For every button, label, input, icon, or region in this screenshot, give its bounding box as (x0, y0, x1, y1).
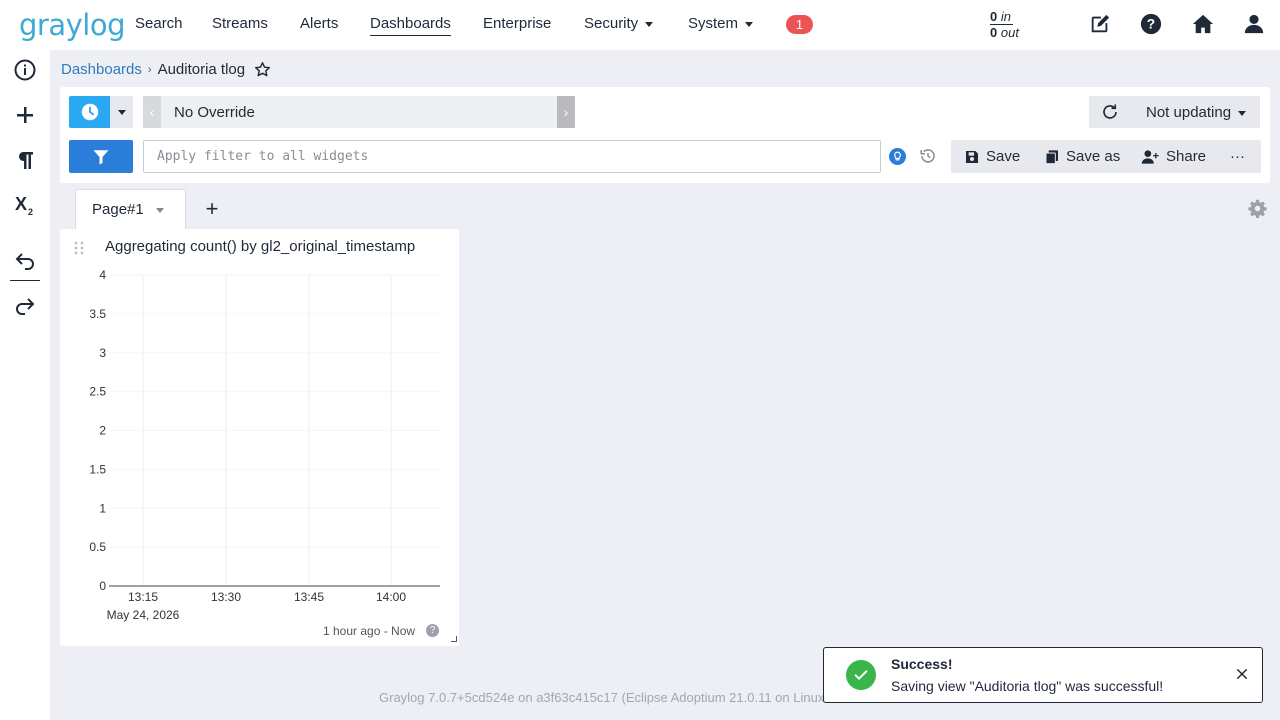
svg-text:2: 2 (28, 207, 33, 217)
refresh-icon[interactable] (1101, 103, 1119, 121)
widget-resize-handle[interactable] (451, 636, 457, 642)
filter-icon (93, 149, 109, 164)
ellipsis-icon: ··· (1230, 148, 1245, 165)
x-tick-label: 13:45 (294, 590, 324, 604)
y-tick-label: 0 (99, 579, 106, 593)
check-circle-icon (846, 660, 876, 690)
chevron-down-icon[interactable] (155, 207, 164, 213)
clock-icon (81, 103, 98, 121)
throughput-in-value: 0 (990, 9, 998, 24)
plus-icon[interactable] (13, 103, 37, 127)
chevron-down-icon (745, 21, 754, 27)
undo-icon[interactable] (13, 248, 37, 272)
left-sidebar: X 2 (0, 50, 50, 720)
nav-system-dropdown[interactable]: System (688, 15, 754, 32)
breadcrumb: Dashboards › Auditoria tlog (61, 61, 271, 78)
add-page-button[interactable]: + (203, 196, 221, 222)
chevron-right-icon: › (563, 104, 569, 120)
chevron-down-icon (645, 21, 654, 27)
chevron-left-icon: ‹ (149, 104, 155, 120)
widget-help-icon[interactable]: ? (426, 624, 439, 637)
refresh-interval-label[interactable]: Not updating (1146, 104, 1231, 121)
apply-filter-button[interactable] (69, 140, 133, 173)
time-range-dropdown-toggle[interactable] (110, 96, 133, 128)
save-as-label: Save as (1066, 148, 1121, 165)
subscript-icon[interactable]: X 2 (13, 193, 37, 217)
svg-text:X: X (15, 194, 27, 214)
lightbulb-icon[interactable] (889, 148, 906, 165)
nav-streams[interactable]: Streams (212, 15, 268, 32)
breadcrumb-separator: › (147, 63, 152, 76)
time-range-button[interactable] (69, 96, 110, 128)
save-as-button[interactable]: Save as (1044, 148, 1120, 165)
success-toast: Success! Saving view "Auditoria tlog" wa… (823, 647, 1263, 703)
toast-title: Success! (891, 656, 953, 672)
save-button[interactable]: Save (964, 148, 1020, 165)
gear-icon[interactable] (1248, 199, 1267, 218)
save-label: Save (986, 148, 1021, 165)
y-tick-label: 2 (99, 424, 106, 438)
share-button[interactable]: Share (1141, 148, 1206, 165)
breadcrumb-dashboards-link[interactable]: Dashboards (61, 61, 142, 78)
nav-security-label: Security (584, 15, 639, 32)
time-range-display[interactable]: No Override (161, 96, 557, 128)
graylog-logo[interactable]: graylog (19, 8, 125, 42)
throughput-in-label: in (1000, 9, 1011, 24)
favorite-star-icon[interactable] (254, 61, 271, 78)
throughput-out-label: out (1000, 25, 1019, 40)
chevron-down-icon[interactable] (1238, 111, 1246, 116)
close-icon[interactable] (1235, 667, 1249, 681)
time-range-next[interactable]: › (557, 96, 575, 128)
tab-page-1-label: Page#1 (92, 201, 144, 218)
svg-text:?: ? (1147, 17, 1155, 32)
chevron-down-icon (117, 109, 126, 115)
paragraph-icon[interactable] (13, 148, 37, 172)
help-icon[interactable]: ? (1140, 13, 1162, 35)
nav-dashboards[interactable]: Dashboards (370, 15, 451, 36)
top-navbar: graylog Search Streams Alerts Dashboards… (0, 0, 1280, 50)
dashboard-title: Auditoria tlog (157, 61, 246, 78)
filter-input[interactable] (143, 140, 881, 173)
x-axis-date-label: May 24, 2026 (107, 608, 180, 622)
nav-enterprise[interactable]: Enterprise (483, 15, 551, 32)
save-icon (966, 150, 978, 163)
tab-page-1[interactable]: Page#1 (75, 189, 186, 229)
nav-search[interactable]: Search (135, 15, 183, 32)
drag-handle-icon[interactable] (74, 241, 84, 255)
x-tick-label: 13:15 (128, 590, 158, 604)
throughput-out-value: 0 (990, 25, 998, 40)
nav-alerts[interactable]: Alerts (300, 15, 338, 32)
version-footer: Graylog 7.0.7+5cd524e on a3f63c415c17 (E… (379, 690, 825, 705)
nav-system-label: System (688, 15, 739, 32)
copy-icon (1045, 149, 1058, 164)
info-icon[interactable] (13, 58, 37, 82)
edit-icon[interactable] (1089, 13, 1111, 35)
throughput-indicator[interactable]: 0 in 0 out (990, 9, 1019, 40)
sidebar-divider (10, 280, 40, 281)
x-tick-label: 13:30 (211, 590, 241, 604)
notifications-badge[interactable]: 1 (786, 15, 813, 34)
toast-message: Saving view "Auditoria tlog" was success… (891, 678, 1164, 694)
chart: 0 0.5 1 1.5 2 2.5 3 3.5 4 13:15 13:30 13:45 14:00 May… (89, 268, 440, 622)
y-tick-label: 4 (99, 268, 106, 282)
more-actions-button[interactable]: ··· (1230, 148, 1245, 165)
home-icon[interactable] (1192, 13, 1214, 35)
user-plus-icon (1141, 149, 1159, 164)
y-tick-label: 2.5 (89, 385, 106, 399)
time-range-prev[interactable]: ‹ (143, 96, 161, 128)
widget-time-range: 1 hour ago - Now (323, 624, 416, 638)
nav-security-dropdown[interactable]: Security (584, 15, 654, 32)
y-tick-label: 1 (99, 501, 106, 515)
history-icon[interactable] (919, 147, 937, 165)
x-tick-label: 14:00 (376, 590, 406, 604)
y-tick-label: 1.5 (89, 462, 106, 476)
redo-icon[interactable] (13, 293, 37, 317)
y-tick-label: 3 (99, 346, 106, 360)
share-label: Share (1166, 148, 1207, 165)
y-tick-label: 3.5 (89, 307, 106, 321)
y-tick-label: 0.5 (89, 540, 106, 554)
user-icon[interactable] (1243, 13, 1265, 35)
widget-title: Aggregating count() by gl2_original_time… (105, 238, 416, 255)
